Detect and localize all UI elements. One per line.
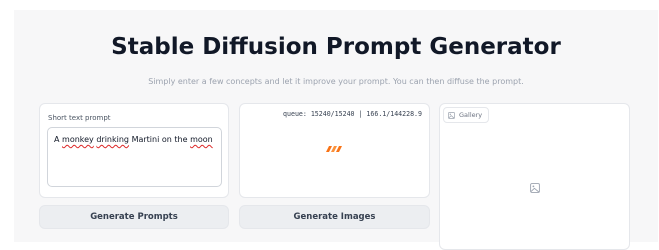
loading-spinner-icon (326, 146, 342, 152)
page-subtitle: Simply enter a few concepts and let it i… (148, 77, 524, 86)
gallery-tab[interactable]: Gallery (443, 107, 490, 123)
gallery-panel: Gallery (439, 103, 630, 250)
prompt-word-misspelled: drinking (96, 135, 130, 144)
prompt-word: on (161, 135, 172, 144)
prompt-word: A (54, 135, 60, 144)
prompt-panel: Short text prompt A monkey drinking Mart… (39, 103, 229, 198)
prompt-word: the (174, 135, 188, 144)
queue-status: queue: 15240/15240 | 166.1/144228.9 (283, 110, 422, 118)
image-icon (448, 111, 455, 119)
app-container: Stable Diffusion Prompt Generator Simply… (14, 10, 658, 250)
prompt-word-misspelled: moon (190, 135, 213, 144)
prompt-word: Martini (131, 135, 160, 144)
page-title: Stable Diffusion Prompt Generator (111, 34, 561, 60)
image-placeholder-icon (530, 183, 540, 193)
gallery-tab-label: Gallery (459, 111, 483, 119)
generate-images-button[interactable]: Generate Images (239, 205, 430, 229)
prompt-label: Short text prompt (48, 114, 111, 122)
generate-prompts-button[interactable]: Generate Prompts (39, 205, 229, 229)
generated-prompts-panel: queue: 15240/15240 | 166.1/144228.9 (239, 103, 430, 198)
prompt-word-misspelled: monkey (62, 135, 94, 144)
short-text-prompt-input[interactable]: A monkey drinking Martini on the moon (47, 127, 222, 187)
